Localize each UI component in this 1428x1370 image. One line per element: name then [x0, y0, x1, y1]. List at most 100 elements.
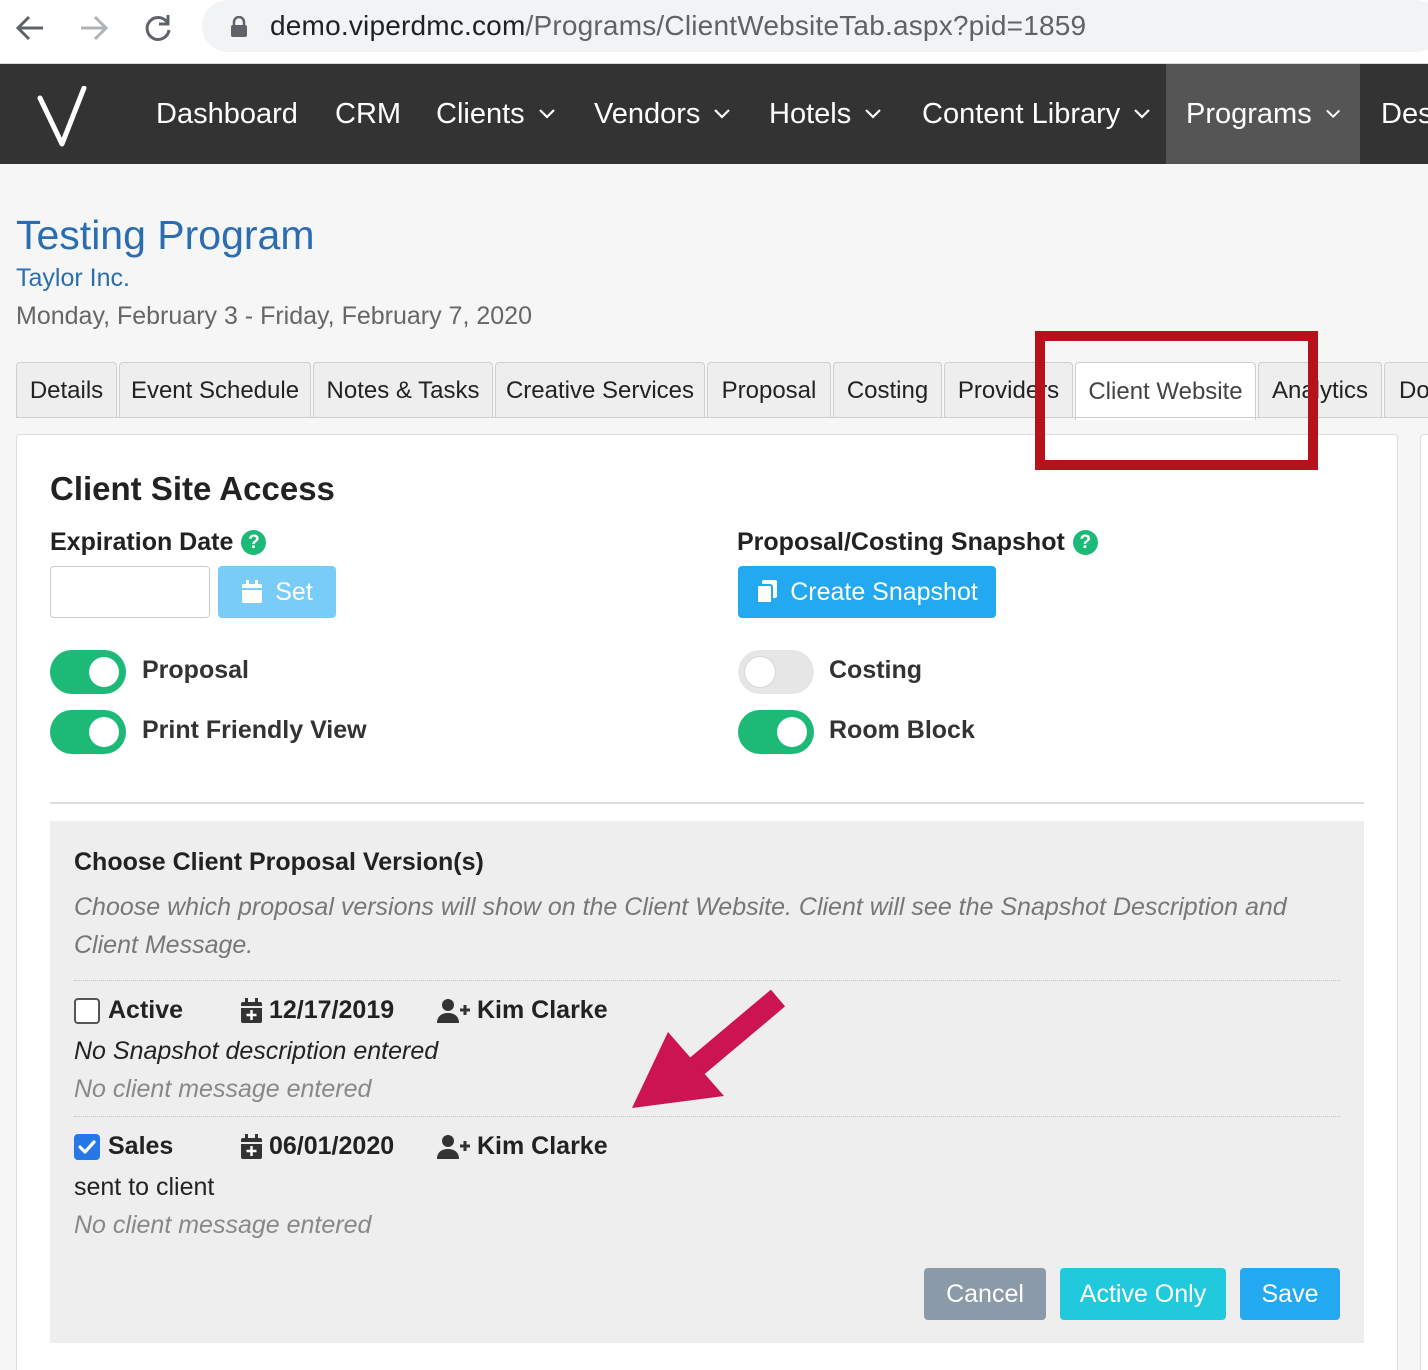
costing-toggle-label: Costing [829, 656, 923, 684]
tab-creative-services[interactable]: Creative Services [495, 362, 705, 418]
back-arrow-icon [15, 15, 43, 41]
proposal-toggle[interactable] [50, 650, 126, 694]
snapshot-label: Proposal/Costing Snapshot ? [737, 528, 1098, 557]
nav-programs[interactable]: Programs [1166, 64, 1360, 164]
tab-proposal[interactable]: Proposal [707, 362, 831, 418]
chevron-down-icon [865, 109, 881, 119]
nav-dashboard[interactable]: Dashboard [136, 64, 318, 164]
nav-programs-label: Programs [1186, 97, 1312, 130]
chevron-down-icon [1134, 109, 1151, 119]
expiration-date-text: Expiration Date [50, 528, 234, 556]
proposal-versions-description: Choose which proposal versions will show… [74, 893, 1287, 959]
nav-dashboard-label: Dashboard [156, 97, 298, 130]
expiration-date-input[interactable] [50, 566, 210, 618]
toggle-knob [745, 657, 775, 687]
calendar-plus-icon [241, 1133, 262, 1159]
create-snapshot-button[interactable]: Create Snapshot [738, 566, 996, 618]
nav-hotels-label: Hotels [769, 97, 852, 130]
reload-icon [145, 15, 171, 41]
tab-notes-tasks[interactable]: Notes & Tasks [313, 362, 493, 418]
version-date-text: 12/17/2019 [269, 996, 395, 1024]
snapshot-text: Proposal/Costing Snapshot [737, 528, 1065, 556]
highlight-box-annotation [1035, 331, 1318, 470]
pointer-arrow-annotation [632, 989, 786, 1108]
viper-logo-icon[interactable] [34, 86, 90, 150]
calendar-icon [242, 580, 263, 603]
nav-hotels[interactable]: Hotels [749, 64, 901, 164]
tab-label: Details [29, 376, 104, 404]
reload-button[interactable] [136, 8, 180, 48]
program-client-link[interactable]: Taylor Inc. [16, 264, 130, 293]
nav-vendors[interactable]: Vendors [574, 64, 750, 164]
version-user-text: Kim Clarke [477, 1132, 608, 1160]
set-label: Set [275, 577, 313, 606]
lock-icon [231, 16, 247, 37]
nav-des[interactable]: Des [1361, 64, 1428, 164]
version-date-text: 06/01/2020 [269, 1132, 395, 1160]
tab-label: Costing [846, 376, 929, 404]
version-sales-description: sent to client [74, 1173, 215, 1201]
chevron-down-icon [538, 109, 555, 119]
room-block-toggle-label: Room Block [829, 716, 975, 744]
proposal-toggle-label: Proposal [142, 656, 249, 684]
help-icon[interactable]: ? [1072, 530, 1098, 555]
calendar-plus-icon [241, 997, 262, 1023]
user-plus-icon [437, 1134, 470, 1159]
section-divider [50, 802, 1364, 804]
forward-button[interactable] [72, 8, 116, 48]
room-block-toggle[interactable] [738, 710, 814, 754]
print-friendly-toggle[interactable] [50, 710, 126, 754]
user-plus-icon [437, 998, 470, 1023]
browser-toolbar: demo.viperdmc.com/Programs/ClientWebsite… [0, 0, 1428, 64]
version-active-name: Active [108, 996, 184, 1024]
checkmark-icon [78, 1140, 96, 1154]
save-button[interactable]: Save [1240, 1268, 1340, 1320]
tab-costing[interactable]: Costing [833, 362, 942, 418]
tab-label: Event Schedule [130, 376, 300, 404]
version-active-description: No Snapshot description entered [74, 1037, 439, 1065]
help-icon[interactable]: ? [241, 530, 267, 555]
nav-clients[interactable]: Clients [416, 64, 575, 164]
version-active-user: Kim Clarke [437, 996, 608, 1025]
nav-clients-label: Clients [436, 97, 525, 130]
tab-label: Proposal [721, 376, 817, 404]
print-friendly-toggle-label: Print Friendly View [142, 716, 367, 744]
version-sales-message: No client message entered [74, 1211, 372, 1239]
nav-crm-label: CRM [335, 97, 402, 130]
tab-details[interactable]: Details [16, 362, 117, 418]
version-active-date: 12/17/2019 [240, 996, 394, 1025]
section-heading: Client Site Access [50, 470, 335, 507]
costing-toggle[interactable] [738, 650, 814, 694]
toggle-knob [89, 657, 119, 687]
proposal-versions-title: Choose Client Proposal Version(s) [74, 848, 484, 876]
tab-documents[interactable]: Do [1384, 362, 1428, 418]
version-sales-name: Sales [108, 1132, 174, 1160]
chevron-down-icon [714, 109, 731, 119]
nav-crm[interactable]: CRM [315, 64, 421, 164]
version-sales-checkbox[interactable] [74, 1134, 100, 1160]
nav-des-label: Des [1381, 97, 1428, 130]
copy-icon [756, 580, 778, 604]
active-only-button[interactable]: Active Only [1060, 1268, 1226, 1320]
tab-label: Notes & Tasks [326, 376, 480, 404]
program-dates: Monday, February 3 - Friday, February 7,… [16, 302, 532, 330]
chevron-down-icon [1325, 109, 1340, 119]
nav-vendors-label: Vendors [594, 97, 701, 130]
set-button[interactable]: Set [218, 566, 336, 618]
tab-event-schedule[interactable]: Event Schedule [119, 362, 311, 418]
back-button[interactable] [8, 8, 52, 48]
nav-content-library-label: Content Library [922, 97, 1121, 130]
program-title: Testing Program [16, 212, 315, 258]
toggle-knob [777, 717, 807, 747]
forward-arrow-icon [81, 15, 109, 41]
version-active-message: No client message entered [74, 1075, 372, 1103]
url-path: /Programs/ClientWebsiteTab.aspx?pid=1859 [525, 10, 1087, 41]
version-user-text: Kim Clarke [477, 996, 608, 1024]
cancel-button[interactable]: Cancel [924, 1268, 1046, 1320]
version-sales-user: Kim Clarke [437, 1132, 608, 1161]
toggle-knob [89, 717, 119, 747]
nav-content-library[interactable]: Content Library [902, 64, 1170, 164]
url-host: demo.viperdmc.com [270, 10, 526, 41]
address-bar[interactable]: demo.viperdmc.com/Programs/ClientWebsite… [202, 0, 1428, 52]
version-active-checkbox[interactable] [74, 998, 100, 1024]
